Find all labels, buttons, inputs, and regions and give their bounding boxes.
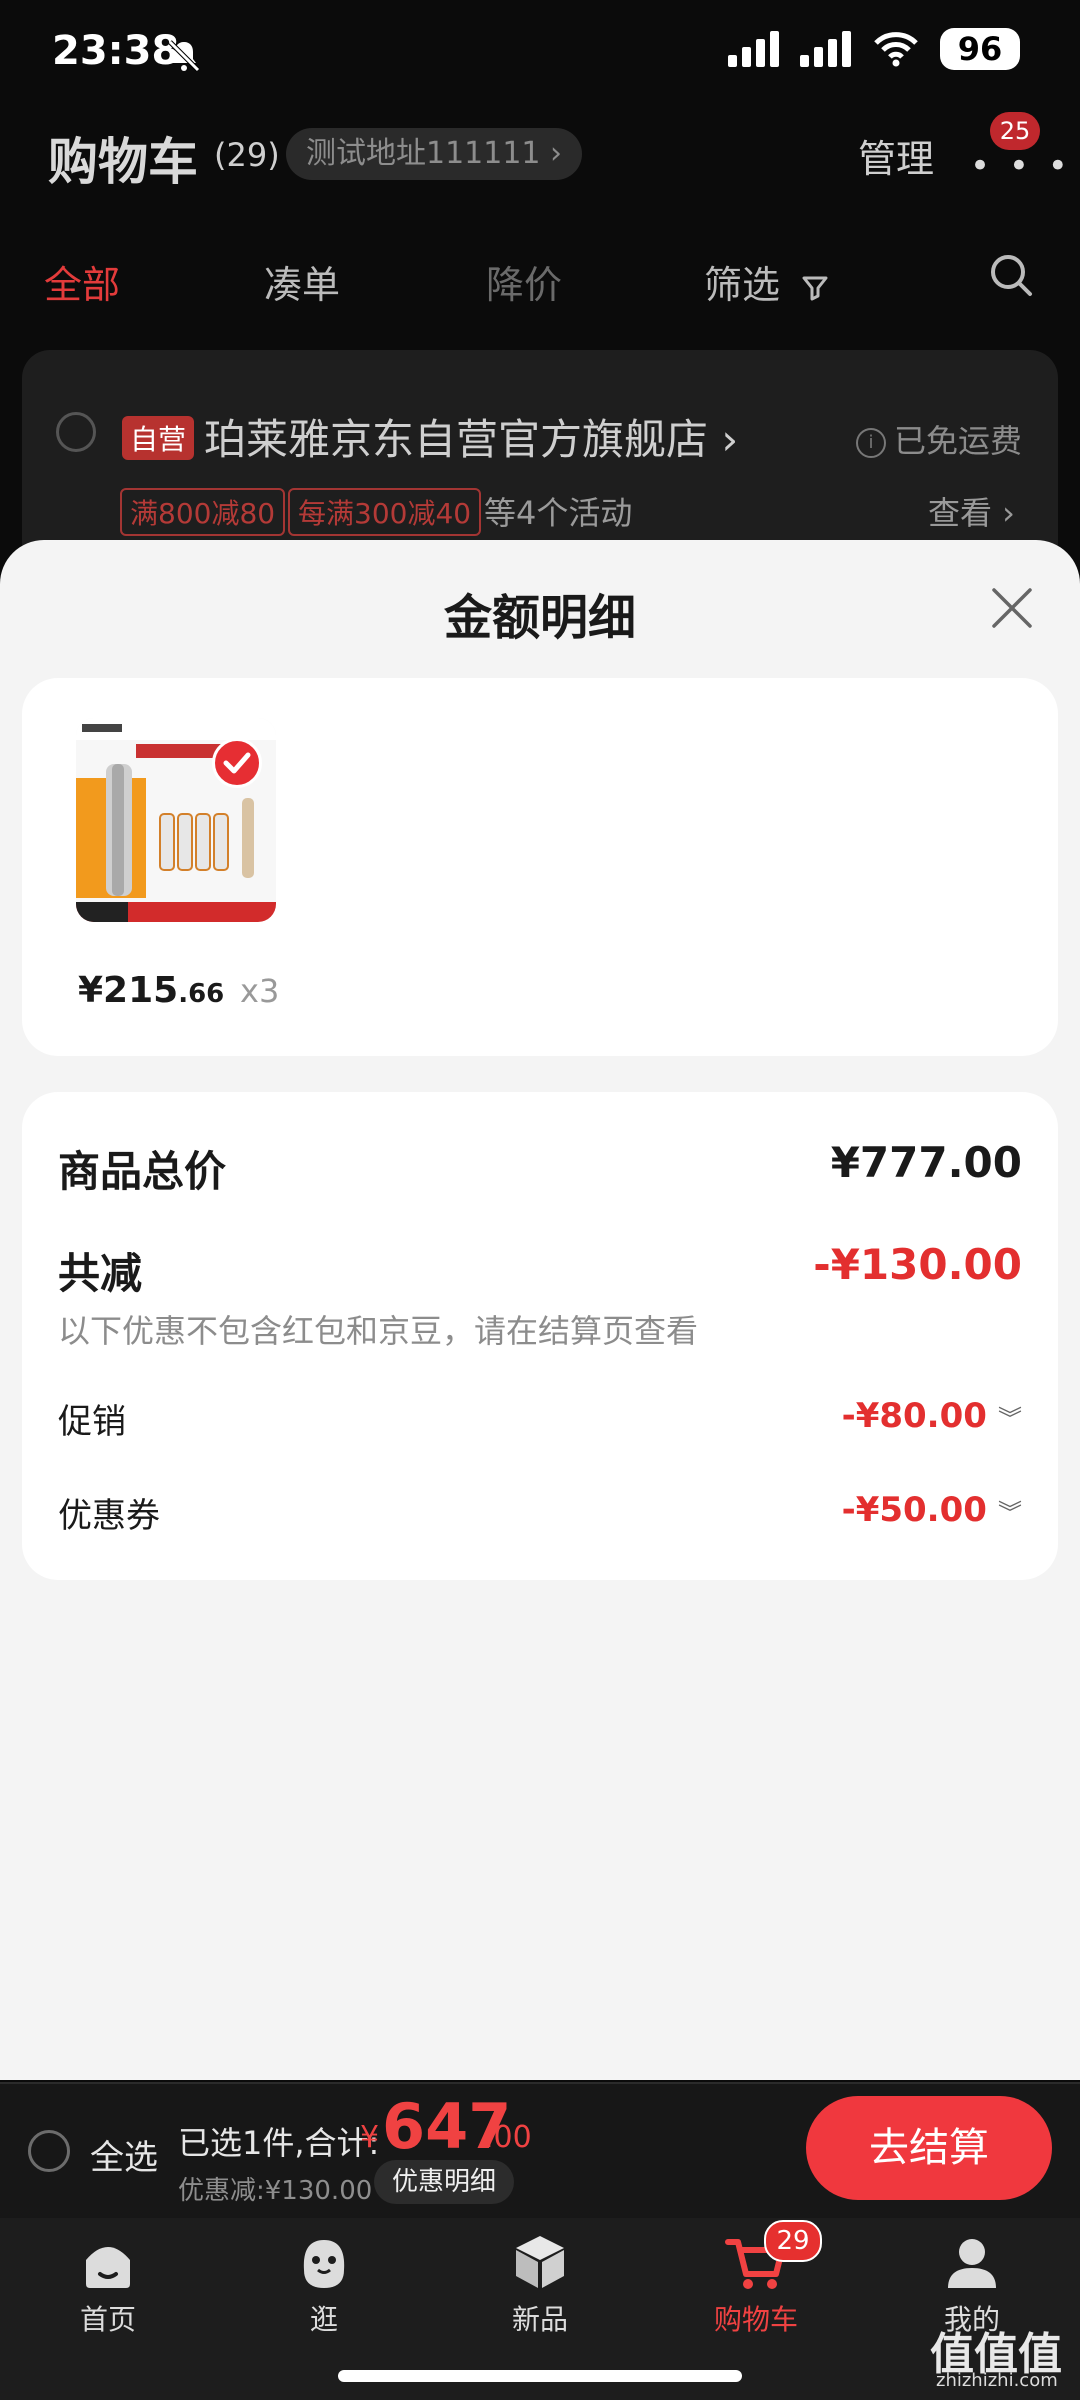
nav-new-label: 新品 xyxy=(511,2303,568,2336)
sheet-title: 金额明细 xyxy=(443,590,636,646)
more-menu-button[interactable]: • • • xyxy=(970,146,1072,186)
select-all-label[interactable]: 全选 xyxy=(90,2130,158,2179)
total-reduction-value: -¥130.00 xyxy=(813,1240,1022,1289)
tab-filter-label: 筛选 xyxy=(704,263,781,307)
checkout-button[interactable]: 去结算 xyxy=(806,2096,1052,2200)
nav-home-label: 首页 xyxy=(79,2303,136,2336)
total-reduction-label: 共减 xyxy=(58,1249,143,1298)
discount-total-text: 优惠减:¥130.00 xyxy=(178,2176,373,2206)
selected-check-icon xyxy=(212,738,262,788)
promo-tag-1: 满800减80 xyxy=(120,488,286,536)
tab-bundle[interactable]: 凑单 xyxy=(264,254,340,309)
browse-mascot-icon xyxy=(303,2240,345,2288)
total-price-value: ¥777.00 xyxy=(830,1138,1022,1187)
total-price-label: 商品总价 xyxy=(58,1147,227,1196)
cellular-icon xyxy=(728,31,779,67)
nav-browse[interactable]: 逛 xyxy=(254,2230,394,2338)
promo-tag-2: 每满300减40 xyxy=(288,488,482,536)
home-indicator xyxy=(338,2370,742,2382)
store-select-radio[interactable] xyxy=(56,412,96,452)
close-icon[interactable] xyxy=(988,584,1036,632)
self-operated-tag: 自营 xyxy=(122,416,195,460)
watermark-url: zhizhizhi.com xyxy=(936,2370,1058,2391)
total-decimal: .00 xyxy=(484,2120,532,2155)
nav-new[interactable]: 新品 xyxy=(470,2230,610,2338)
filter-icon xyxy=(802,276,828,300)
info-icon: i xyxy=(856,428,886,458)
battery-indicator: 96 xyxy=(940,28,1020,70)
message-badge: 25 xyxy=(990,112,1040,150)
cart-count-badge: 29 xyxy=(764,2220,822,2262)
cellular-icon-2 xyxy=(800,31,851,67)
nav-browse-label: 逛 xyxy=(309,2303,338,2336)
status-time: 23:38 xyxy=(52,28,180,74)
total-currency: ¥ xyxy=(360,2120,380,2155)
address-selector[interactable]: 测试地址111111 › xyxy=(286,128,583,180)
home-icon xyxy=(86,2247,130,2288)
tab-all[interactable]: 全部 xyxy=(44,254,120,309)
status-indicators: 96 xyxy=(728,28,1020,70)
promotion-label: 促销 xyxy=(58,1402,126,1442)
discount-note: 以下优惠不包含红包和京豆，请在结算页查看 xyxy=(58,1312,699,1350)
wifi-icon xyxy=(874,32,918,67)
cube-icon xyxy=(516,2236,564,2288)
product-price-dec: .66 xyxy=(178,979,225,1009)
tab-filter[interactable]: 筛选 xyxy=(704,254,830,309)
shipping-label: 已免运费 xyxy=(894,422,1023,460)
coupon-row-value[interactable]: -¥50.00 ︾ xyxy=(842,1490,1022,1530)
store-name-link[interactable]: 珀莱雅京东自营官方旗舰店 › xyxy=(204,406,738,467)
product-price-int: ¥215 xyxy=(78,970,179,1011)
search-icon[interactable] xyxy=(988,252,1034,298)
promo-more-text: 等4个活动 xyxy=(484,494,633,532)
view-promos-link[interactable]: 查看 › xyxy=(928,488,1015,534)
chevron-down-icon: ︾ xyxy=(998,1405,1022,1433)
mute-bell-icon xyxy=(168,40,200,72)
page-title: 购物车 xyxy=(48,133,198,191)
product-price: ¥215.66 xyxy=(78,970,224,1011)
select-all-radio[interactable] xyxy=(28,2130,70,2172)
discount-detail-button[interactable]: 优惠明细 xyxy=(374,2160,515,2204)
cart-count: (29) xyxy=(214,136,280,174)
nav-home[interactable]: 首页 xyxy=(38,2230,178,2338)
coupon-label: 优惠券 xyxy=(58,1496,160,1536)
profile-icon xyxy=(948,2239,996,2288)
product-quantity: x3 xyxy=(240,972,280,1010)
promotion-value: -¥80.00 xyxy=(841,1396,987,1436)
promotion-row-value[interactable]: -¥80.00 ︾ xyxy=(842,1396,1022,1436)
tab-price-drop[interactable]: 降价 xyxy=(486,254,562,309)
shipping-note: i 已免运费 xyxy=(856,416,1022,462)
manage-button[interactable]: 管理 xyxy=(858,128,934,183)
selected-summary: 已选1件,合计: xyxy=(178,2124,380,2162)
chevron-down-icon: ︾ xyxy=(998,1499,1022,1527)
coupon-value: -¥50.00 xyxy=(841,1490,987,1530)
nav-cart-label: 购物车 xyxy=(713,2303,798,2336)
